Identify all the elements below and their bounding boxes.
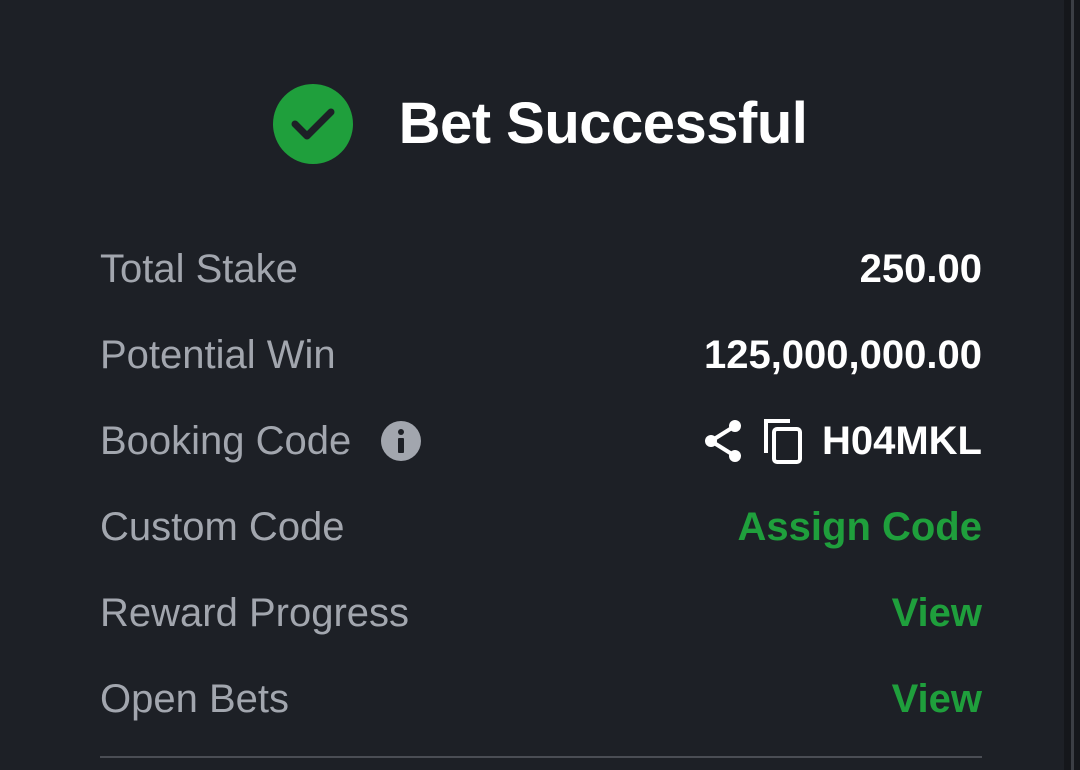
booking-code-label-group: Booking Code bbox=[100, 398, 422, 484]
total-stake-row: Total Stake 250.00 bbox=[100, 226, 982, 312]
checkmark-glyph bbox=[291, 108, 335, 140]
success-header: Bet Successful bbox=[0, 84, 1064, 164]
reward-progress-label: Reward Progress bbox=[100, 591, 410, 635]
custom-code-label: Custom Code bbox=[100, 505, 345, 549]
custom-code-row: Custom Code Assign Code bbox=[100, 484, 982, 570]
open-bets-row: Open Bets View bbox=[100, 656, 982, 742]
scrollbar-thumb[interactable] bbox=[1071, 0, 1074, 770]
info-icon[interactable] bbox=[381, 421, 422, 461]
bet-details-list: Total Stake 250.00 Potential Win 125,000… bbox=[100, 226, 982, 742]
booking-code-value-group: H04MKL bbox=[702, 398, 982, 484]
bet-success-panel: Bet Successful Total Stake 250.00 Potent… bbox=[0, 0, 1064, 770]
booking-code-value[interactable]: H04MKL bbox=[822, 398, 982, 484]
open-bets-view-link[interactable]: View bbox=[892, 656, 982, 742]
page-title: Bet Successful bbox=[398, 91, 808, 156]
check-circle-icon bbox=[272, 84, 353, 164]
potential-win-row: Potential Win 125,000,000.00 bbox=[100, 312, 982, 398]
booking-code-label: Booking Code bbox=[100, 419, 352, 463]
reward-progress-row: Reward Progress View bbox=[100, 570, 982, 656]
booking-code-row: Booking Code H04MKL bbox=[100, 398, 982, 484]
total-stake-label: Total Stake bbox=[100, 247, 298, 291]
open-bets-label: Open Bets bbox=[100, 677, 290, 721]
copy-icon[interactable] bbox=[762, 417, 804, 465]
total-stake-value: 250.00 bbox=[859, 247, 982, 291]
potential-win-label: Potential Win bbox=[100, 333, 336, 377]
share-icon[interactable] bbox=[702, 417, 744, 465]
assign-code-link[interactable]: Assign Code bbox=[738, 484, 982, 570]
divider bbox=[100, 756, 982, 758]
potential-win-value: 125,000,000.00 bbox=[703, 333, 982, 377]
reward-progress-view-link[interactable]: View bbox=[892, 570, 982, 656]
scrollbar-track[interactable] bbox=[1064, 0, 1080, 770]
